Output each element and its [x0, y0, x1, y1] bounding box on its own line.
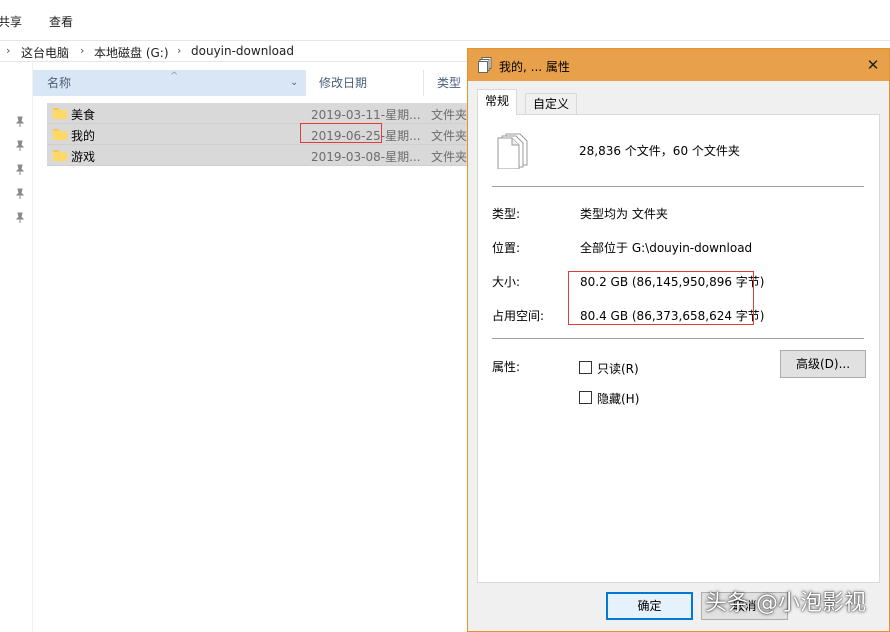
chevron-right-icon: › [80, 44, 85, 57]
pin-icon[interactable] [14, 188, 26, 200]
file-type: 文件夹 [431, 108, 468, 122]
pin-icon[interactable] [14, 212, 26, 224]
column-name[interactable]: 名称 ^ ⌄ [33, 70, 305, 96]
selection-summary: 28,836 个文件，60 个文件夹 [579, 144, 740, 158]
list-item[interactable]: 我的 2019-06-25-星期... 文件夹 [47, 124, 472, 145]
column-date-label: 修改日期 [319, 76, 368, 90]
divider [492, 186, 864, 187]
documents-icon [478, 57, 492, 73]
breadcrumb-local-disk[interactable]: 本地磁盘 (G:) [94, 44, 169, 61]
type-value: 类型均为 文件夹 [580, 207, 668, 221]
checkbox-box[interactable] [579, 391, 592, 404]
tab-general[interactable]: 常规 [477, 89, 518, 115]
readonly-label: 只读(R) [597, 362, 639, 376]
file-type: 文件夹 [431, 129, 468, 143]
location-value: 全部位于 G:\douyin-download [580, 241, 753, 255]
pin-icon[interactable] [14, 116, 26, 128]
file-name: 我的 [71, 129, 96, 143]
documents-icon [497, 133, 528, 169]
size-label: 大小: [492, 275, 521, 289]
close-icon[interactable]: ✕ [860, 53, 886, 77]
file-name: 游戏 [71, 150, 96, 164]
pin-icon[interactable] [14, 140, 26, 152]
size-highlight-box [568, 271, 754, 325]
folder-icon [53, 129, 67, 140]
hidden-label: 隐藏(H) [597, 392, 640, 406]
column-type-label: 类型 [437, 76, 462, 90]
watermark-text: 头条 @小泡影视 [705, 591, 866, 616]
tab-custom[interactable]: 自定义 [525, 93, 578, 115]
file-date: 2019-03-08-星期... [311, 150, 421, 164]
checkbox-box[interactable] [579, 361, 592, 374]
ribbon-tab-view[interactable]: 查看 [49, 13, 73, 30]
size-on-disk-label: 占用空间: [492, 309, 545, 323]
ribbon: 共享 查看 [0, 0, 890, 38]
file-type: 文件夹 [431, 150, 468, 164]
general-panel: 28,836 个文件，60 个文件夹 类型: 类型均为 文件夹 位置: 全部位于… [477, 114, 880, 583]
properties-dialog: 我的, ... 属性 ✕ 常规 自定义 28,836 个文件，60 个文件夹 类… [467, 48, 890, 632]
column-date[interactable]: 修改日期 [305, 70, 423, 96]
type-label: 类型: [492, 207, 521, 221]
attributes-label: 属性: [492, 360, 521, 374]
column-name-label: 名称 [47, 76, 72, 90]
file-name: 美食 [71, 108, 96, 122]
breadcrumb-folder[interactable]: douyin-download [191, 44, 294, 58]
ok-button[interactable]: 确定 [606, 592, 693, 620]
chevron-right-icon: › [177, 44, 182, 57]
location-label: 位置: [492, 241, 521, 255]
file-date: 2019-03-11-星期... [311, 108, 421, 122]
chevron-down-icon[interactable]: ⌄ [290, 70, 298, 96]
pin-icon[interactable] [14, 164, 26, 176]
file-list: 美食 2019-03-11-星期... 文件夹 我的 2019-06-25-星期… [47, 103, 472, 166]
breadcrumb-this-pc[interactable]: 这台电脑 [21, 44, 69, 61]
list-item[interactable]: 游戏 2019-03-08-星期... 文件夹 [47, 145, 472, 166]
dialog-title: 我的, ... 属性 [499, 60, 570, 74]
dialog-titlebar[interactable]: 我的, ... 属性 ✕ [468, 49, 889, 81]
list-item[interactable]: 美食 2019-03-11-星期... 文件夹 [47, 103, 472, 124]
column-header: 名称 ^ ⌄ 修改日期 类型 [33, 70, 473, 96]
divider [492, 338, 864, 339]
folder-icon [53, 108, 67, 119]
navigation-pane [0, 62, 33, 632]
advanced-button[interactable]: 高级(D)... [780, 350, 866, 378]
date-highlight-box [300, 123, 382, 143]
chevron-right-icon: › [6, 44, 11, 57]
folder-icon [53, 150, 67, 161]
sort-up-icon: ^ [170, 71, 179, 82]
ribbon-tab-share[interactable]: 共享 [0, 13, 22, 30]
